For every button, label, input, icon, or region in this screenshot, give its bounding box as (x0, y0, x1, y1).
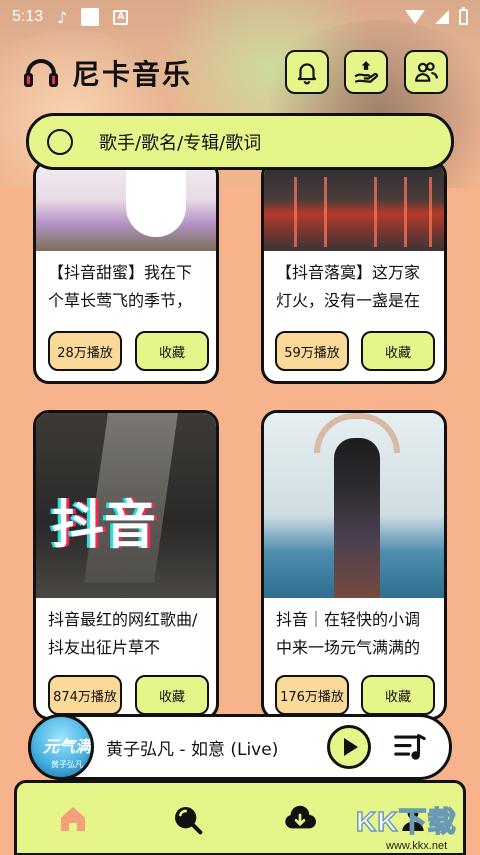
search-placeholder[interactable]: 歌手/歌名/专辑/歌词 (99, 129, 261, 155)
download-cloud-icon (285, 805, 316, 829)
play-button[interactable] (327, 725, 371, 769)
nav-search[interactable] (169, 801, 205, 837)
playlist-title: 抖音｜在轻快的小调中来一场元气满满的 (276, 610, 421, 657)
playlist-cover-image[interactable] (264, 413, 444, 598)
playlist-card[interactable]: 【抖音落寞】这万家灯火，没有一盏是在 59万播放 收藏 (261, 160, 447, 384)
favorite-button[interactable]: 收藏 (135, 331, 209, 371)
nav-download[interactable] (282, 801, 318, 837)
favorite-button[interactable]: 收藏 (135, 675, 209, 715)
mini-player[interactable]: 元气满 黄子弘凡 黄子弘凡 - 如意 (Live) (28, 714, 452, 780)
playlist-card[interactable]: 抖音 抖音最红的网红歌曲/抖友出征片草不 874万播放 收藏 (33, 410, 219, 720)
playlist-icon[interactable] (393, 730, 427, 764)
album-art-text: 元气满 (43, 737, 92, 756)
album-art-subtext: 黄子弘凡 (51, 760, 83, 769)
playlist-title: 【抖音落寞】这万家灯火，没有一盏是在 (276, 263, 421, 310)
watermark-logo: KK下载 www.kkx.net (355, 800, 476, 852)
app-title: 尼卡音乐 (72, 58, 193, 91)
play-icon (344, 738, 358, 756)
playlist-card[interactable]: 抖音｜在轻快的小调中来一场元气满满的 176万播放 收藏 (261, 410, 447, 720)
playlist-card[interactable]: 【抖音甜蜜】我在下个草长莺飞的季节， 28万播放 收藏 (33, 160, 219, 384)
play-count-badge: 874万播放 (48, 675, 122, 715)
notifications-button[interactable] (285, 50, 329, 94)
headphone-logo-icon (24, 57, 58, 89)
playlist-title: 【抖音甜蜜】我在下个草长莺飞的季节， (48, 263, 193, 310)
album-art[interactable]: 元气满 黄子弘凡 (28, 714, 94, 780)
search-circle-icon (47, 128, 73, 155)
play-count-badge: 59万播放 (275, 331, 349, 371)
home-icon (61, 807, 85, 831)
battery-icon (459, 7, 468, 25)
wifi-icon (405, 10, 425, 24)
status-bar: 5:13 ♪ A (0, 0, 480, 34)
a-badge-icon: A (113, 9, 129, 25)
signal-icon (435, 10, 449, 24)
now-playing-title[interactable]: 黄子弘凡 - 如意 (Live) (106, 735, 327, 760)
music-note-icon: ♪ (57, 7, 68, 27)
watermark-text: KK下载 (355, 805, 457, 838)
nav-home[interactable] (55, 801, 91, 837)
notification-square-icon (81, 8, 100, 26)
bell-icon (297, 63, 317, 85)
play-count-badge: 28万播放 (48, 331, 122, 371)
search-bar[interactable]: 歌手/歌名/专辑/歌词 (26, 113, 454, 170)
vip-hand-icon (354, 61, 379, 83)
playlist-cover-image[interactable] (36, 163, 216, 251)
playlist-cover-image[interactable] (264, 163, 444, 251)
users-icon (415, 62, 438, 82)
favorite-button[interactable]: 收藏 (361, 331, 435, 371)
tiktok-logo-text: 抖音 (52, 496, 157, 556)
app-header: 尼卡音乐 (24, 50, 456, 96)
friends-button[interactable] (404, 50, 448, 94)
search-icon (175, 807, 203, 835)
favorite-button[interactable]: 收藏 (361, 675, 435, 715)
playlist-cover-image[interactable]: 抖音 (36, 413, 216, 598)
watermark-url: www.kkx.net (386, 840, 448, 852)
vip-button[interactable] (344, 50, 388, 94)
status-time: 5:13 (12, 8, 44, 25)
play-count-badge: 176万播放 (275, 675, 349, 715)
playlist-title: 抖音最红的网红歌曲/抖友出征片草不 (48, 610, 198, 657)
